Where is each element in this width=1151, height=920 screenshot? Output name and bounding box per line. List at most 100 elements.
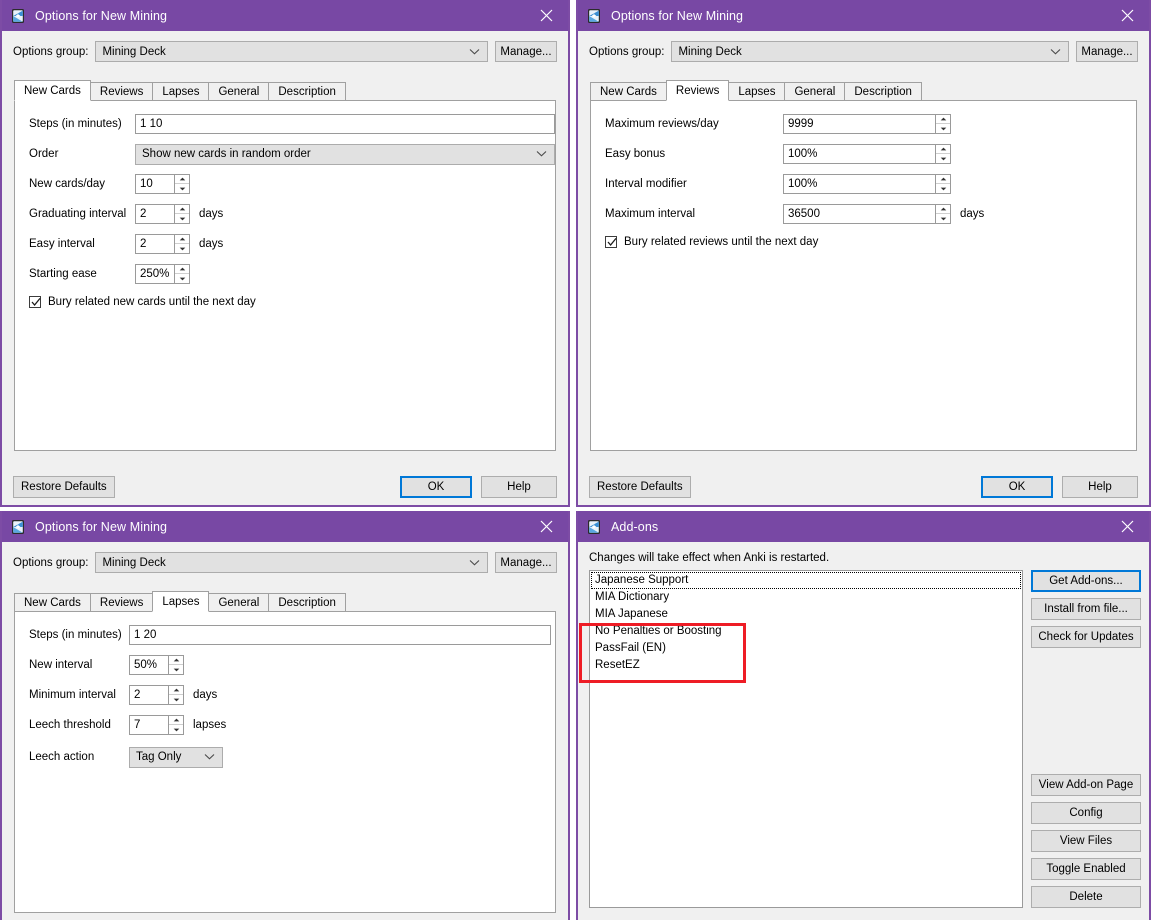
close-icon[interactable] xyxy=(1105,0,1149,31)
help-button[interactable]: Help xyxy=(1062,476,1138,498)
interval-modifier-stepper[interactable]: 100% xyxy=(783,174,951,194)
leech-action-select[interactable]: Tag Only xyxy=(129,746,223,768)
tab-reviews[interactable]: Reviews xyxy=(665,80,730,101)
restore-defaults-button[interactable]: Restore Defaults xyxy=(589,476,691,498)
spinner-down-icon[interactable] xyxy=(936,214,950,223)
get-addons-button[interactable]: Get Add-ons... xyxy=(1031,570,1141,592)
spinner-up-icon[interactable] xyxy=(169,716,183,725)
max-reviews-stepper[interactable]: 9999 xyxy=(783,114,951,134)
stepper-buttons[interactable] xyxy=(168,716,183,734)
easy-interval-stepper[interactable]: 2 xyxy=(135,234,190,254)
spinner-down-icon[interactable] xyxy=(169,695,183,704)
tab-general[interactable]: General xyxy=(784,82,846,100)
leech-threshold-stepper[interactable]: 7 xyxy=(129,715,184,735)
help-button[interactable]: Help xyxy=(481,476,557,498)
spinner-down-icon[interactable] xyxy=(175,244,189,253)
stepper-buttons[interactable] xyxy=(174,205,189,223)
spinner-down-icon[interactable] xyxy=(936,154,950,163)
tab-lapses[interactable]: Lapses xyxy=(152,591,210,612)
spinner-down-icon[interactable] xyxy=(169,665,183,674)
spinner-down-icon[interactable] xyxy=(936,124,950,133)
tab-description[interactable]: Description xyxy=(268,82,346,100)
tab-new-cards[interactable]: New Cards xyxy=(14,80,91,101)
list-item[interactable]: No Penalties or Boosting xyxy=(591,623,1021,640)
list-item[interactable]: Japanese Support xyxy=(591,572,1021,589)
tab-reviews[interactable]: Reviews xyxy=(89,593,154,611)
tab-lapses[interactable]: Lapses xyxy=(728,82,786,100)
restore-defaults-button[interactable]: Restore Defaults xyxy=(13,476,115,498)
addons-list[interactable]: Japanese Support MIA Dictionary MIA Japa… xyxy=(589,570,1023,908)
spinner-down-icon[interactable] xyxy=(175,214,189,223)
order-select[interactable]: Show new cards in random order xyxy=(135,143,555,165)
tab-new-cards[interactable]: New Cards xyxy=(14,593,91,611)
spinner-up-icon[interactable] xyxy=(936,145,950,154)
tab-description[interactable]: Description xyxy=(844,82,922,100)
stepper-buttons[interactable] xyxy=(935,175,950,193)
spinner-up-icon[interactable] xyxy=(175,175,189,184)
close-icon[interactable] xyxy=(524,0,568,31)
view-files-button[interactable]: View Files xyxy=(1031,830,1141,852)
manage-button[interactable]: Manage... xyxy=(495,41,557,62)
list-item[interactable]: ResetEZ xyxy=(591,657,1021,674)
close-icon[interactable] xyxy=(524,511,568,542)
lapse-steps-input[interactable]: 1 20 xyxy=(129,625,551,645)
options-group-select[interactable]: Mining Deck xyxy=(95,552,488,573)
titlebar[interactable]: Options for New Mining xyxy=(578,0,1149,31)
install-from-file-button[interactable]: Install from file... xyxy=(1031,598,1141,620)
toggle-enabled-button[interactable]: Toggle Enabled xyxy=(1031,858,1141,880)
new-interval-stepper[interactable]: 50% xyxy=(129,655,184,675)
view-addon-page-button[interactable]: View Add-on Page xyxy=(1031,774,1141,796)
max-interval-stepper[interactable]: 36500 xyxy=(783,204,951,224)
spinner-down-icon[interactable] xyxy=(936,184,950,193)
stepper-buttons[interactable] xyxy=(168,686,183,704)
new-cards-day-stepper[interactable]: 10 xyxy=(135,174,190,194)
delete-button[interactable]: Delete xyxy=(1031,886,1141,908)
stepper-buttons[interactable] xyxy=(935,205,950,223)
row-bury-reviews[interactable]: Bury related reviews until the next day xyxy=(591,229,1136,255)
tab-general[interactable]: General xyxy=(208,82,270,100)
stepper-buttons[interactable] xyxy=(935,115,950,133)
spinner-up-icon[interactable] xyxy=(175,265,189,274)
spinner-up-icon[interactable] xyxy=(936,115,950,124)
starting-ease-stepper[interactable]: 250% xyxy=(135,264,190,284)
list-item[interactable]: MIA Dictionary xyxy=(591,589,1021,606)
list-item[interactable]: PassFail (EN) xyxy=(591,640,1021,657)
titlebar[interactable]: Options for New Mining xyxy=(2,0,568,31)
manage-button[interactable]: Manage... xyxy=(1076,41,1138,62)
options-group-select[interactable]: Mining Deck xyxy=(95,41,488,62)
stepper-buttons[interactable] xyxy=(168,656,183,674)
stepper-buttons[interactable] xyxy=(935,145,950,163)
stepper-buttons[interactable] xyxy=(174,175,189,193)
tab-description[interactable]: Description xyxy=(268,593,346,611)
steps-input[interactable]: 1 10 xyxy=(135,114,555,134)
close-icon[interactable] xyxy=(1105,511,1149,542)
easy-bonus-stepper[interactable]: 100% xyxy=(783,144,951,164)
tab-general[interactable]: General xyxy=(208,593,270,611)
spinner-up-icon[interactable] xyxy=(936,175,950,184)
spinner-down-icon[interactable] xyxy=(175,184,189,193)
spinner-up-icon[interactable] xyxy=(169,656,183,665)
tab-reviews[interactable]: Reviews xyxy=(89,82,154,100)
ok-button[interactable]: OK xyxy=(400,476,472,498)
bury-new-cards-checkbox[interactable] xyxy=(29,296,41,308)
stepper-buttons[interactable] xyxy=(174,265,189,283)
graduating-interval-stepper[interactable]: 2 xyxy=(135,204,190,224)
spinner-down-icon[interactable] xyxy=(175,274,189,283)
spinner-up-icon[interactable] xyxy=(936,205,950,214)
manage-button[interactable]: Manage... xyxy=(495,552,557,573)
row-bury-new-cards[interactable]: Bury related new cards until the next da… xyxy=(15,289,555,315)
stepper-buttons[interactable] xyxy=(174,235,189,253)
spinner-up-icon[interactable] xyxy=(175,205,189,214)
check-for-updates-button[interactable]: Check for Updates xyxy=(1031,626,1141,648)
spinner-down-icon[interactable] xyxy=(169,725,183,734)
ok-button[interactable]: OK xyxy=(981,476,1053,498)
spinner-up-icon[interactable] xyxy=(175,235,189,244)
titlebar[interactable]: Add-ons xyxy=(578,511,1149,542)
bury-reviews-checkbox[interactable] xyxy=(605,236,617,248)
tab-new-cards[interactable]: New Cards xyxy=(590,82,667,100)
titlebar[interactable]: Options for New Mining xyxy=(2,511,568,542)
list-item[interactable]: MIA Japanese xyxy=(591,606,1021,623)
options-group-select[interactable]: Mining Deck xyxy=(671,41,1069,62)
config-button[interactable]: Config xyxy=(1031,802,1141,824)
tab-lapses[interactable]: Lapses xyxy=(152,82,210,100)
